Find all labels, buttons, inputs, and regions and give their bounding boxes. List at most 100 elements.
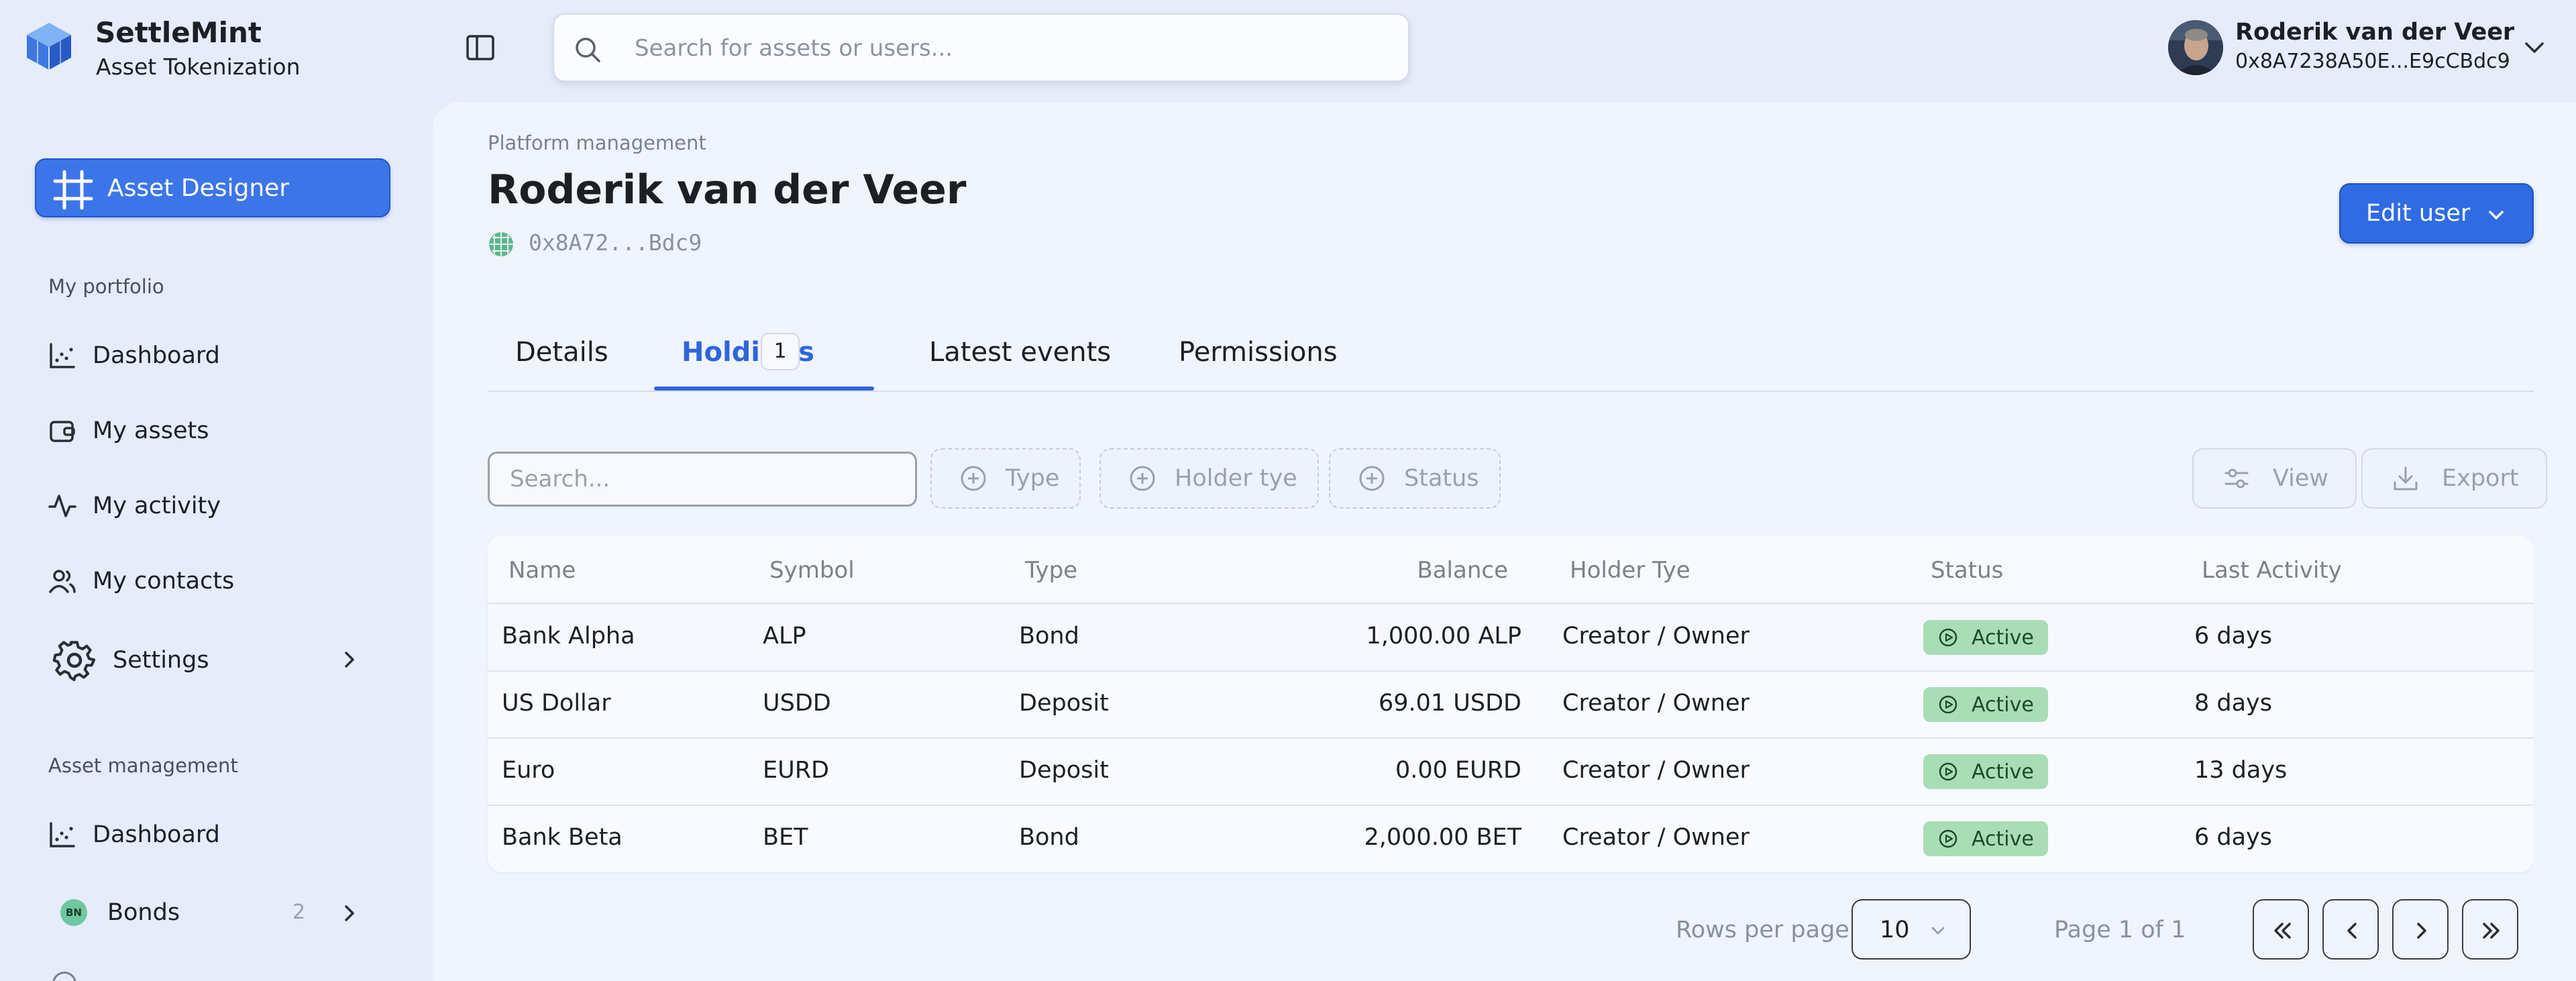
cell-balance: 0.00 EURD (1395, 757, 1521, 784)
sidebar-item-my-assets[interactable]: My assets (48, 404, 209, 458)
sidebar-item-asset-dashboard[interactable]: Dashboard (48, 808, 220, 862)
column-header-type[interactable]: Type (1025, 557, 1077, 584)
play-circle-icon (1938, 694, 1958, 715)
chevrons-right-icon (2483, 923, 2500, 939)
cell-symbol: ALP (763, 623, 806, 650)
status-badge: Active (1923, 620, 2048, 655)
tab-details[interactable]: Details (515, 337, 608, 368)
edit-user-button[interactable]: Edit user (2339, 183, 2534, 244)
page-info: Page 1 of 1 (2054, 917, 2186, 943)
section-asset-management: Asset management (48, 754, 238, 777)
sidebar-item-label: My contacts (93, 568, 235, 595)
status-label: Active (1972, 625, 2034, 650)
cell-type: Deposit (1019, 690, 1109, 717)
sidebar-item-label: Bonds (107, 899, 180, 926)
asset-designer-button[interactable]: Asset Designer (35, 158, 390, 217)
activity-icon (48, 492, 76, 520)
status-label: Active (1972, 827, 2034, 851)
search-input[interactable] (635, 31, 1373, 66)
column-header-balance[interactable]: Balance (1375, 557, 1508, 584)
chevron-down-icon[interactable] (2521, 36, 2548, 59)
cell-holder-type: Creator / Owner (1562, 757, 1750, 784)
status-badge: Active (1923, 687, 2048, 722)
section-my-portfolio: My portfolio (48, 275, 164, 298)
rows-per-page-select[interactable]: 10 (1851, 899, 1971, 960)
export-label: Export (2442, 465, 2519, 492)
sidebar-item-label: My activity (93, 493, 221, 519)
breadcrumb[interactable]: Platform management (488, 132, 706, 154)
tab-latest-events[interactable]: Latest events (929, 337, 1111, 368)
next-category-icon (52, 972, 76, 981)
cell-holder-type: Creator / Owner (1562, 824, 1750, 851)
chevron-down-icon (1928, 921, 1948, 941)
cell-type: Bond (1019, 623, 1079, 650)
bonds-count: 2 (292, 900, 306, 924)
column-header-last-activity[interactable]: Last Activity (2202, 557, 2342, 584)
cell-balance: 69.01 USDD (1378, 690, 1521, 717)
chevrons-left-icon (2274, 923, 2291, 939)
chevron-right-icon (2417, 923, 2426, 939)
column-header-holder-type[interactable]: Holder Tye (1570, 557, 1690, 584)
cell-name: Euro (502, 757, 555, 784)
asset-designer-label: Asset Designer (107, 174, 290, 202)
user-address: 0x8A7238A50E...E9cCBdc9 (2235, 50, 2510, 73)
avatar[interactable] (2168, 20, 2223, 75)
play-circle-icon (1938, 829, 1958, 849)
first-page-button[interactable] (2253, 899, 2309, 960)
chevron-left-icon (2347, 923, 2357, 939)
previous-page-button[interactable] (2322, 899, 2379, 960)
sidebar-item-settings[interactable]: Settings (52, 633, 209, 687)
column-header-status[interactable]: Status (1931, 557, 2003, 584)
column-header-name[interactable]: Name (508, 557, 576, 584)
chevron-right-icon[interactable] (339, 650, 360, 670)
cell-type: Bond (1019, 824, 1079, 851)
sidebar-item-bonds[interactable]: BN Bonds (60, 886, 180, 939)
cell-last-activity: 8 days (2194, 690, 2273, 717)
search-icon (573, 35, 602, 64)
global-search[interactable] (553, 13, 1409, 82)
chevron-right-icon[interactable] (339, 903, 360, 923)
cell-symbol: USDD (763, 690, 831, 717)
sidebar-item-my-contacts[interactable]: My contacts (48, 554, 234, 608)
plus-circle-icon (1358, 465, 1385, 492)
play-circle-icon (1938, 627, 1958, 648)
status-badge: Active (1923, 821, 2048, 856)
status-label: Active (1972, 760, 2034, 784)
brand-subtitle: Asset Tokenization (96, 54, 301, 80)
sidebar-item-label: Settings (113, 647, 209, 674)
filter-status-button[interactable]: Status (1329, 448, 1501, 509)
holdings-count-badge: 1 (761, 333, 800, 370)
holdings-search-input[interactable] (488, 452, 917, 507)
cell-symbol: EURD (763, 757, 830, 784)
column-header-symbol[interactable]: Symbol (769, 557, 855, 584)
edit-user-label: Edit user (2366, 200, 2471, 227)
sidebar-item-label: Dashboard (93, 342, 220, 369)
view-button[interactable]: View (2192, 448, 2357, 509)
gear-icon (52, 638, 97, 682)
globe-icon (488, 231, 515, 258)
frame-icon (52, 169, 94, 211)
next-page-button[interactable] (2392, 899, 2449, 960)
view-label: View (2273, 465, 2329, 492)
status-label: Active (1972, 692, 2034, 717)
sliders-icon (2223, 465, 2250, 492)
filter-holder-type-button[interactable]: Holder tye (1099, 448, 1319, 509)
sidebar-item-dashboard[interactable]: Dashboard (48, 329, 220, 382)
wallet-icon (48, 417, 76, 445)
chevron-down-icon (2485, 205, 2507, 226)
sidebar-toggle-icon[interactable] (464, 34, 498, 63)
user-address-short[interactable]: 0x8A72...Bdc9 (529, 229, 702, 256)
sidebar-item-label: My assets (93, 417, 209, 444)
filter-type-button[interactable]: Type (930, 448, 1081, 509)
last-page-button[interactable] (2462, 899, 2518, 960)
plus-circle-icon (960, 465, 987, 492)
cell-last-activity: 13 days (2194, 757, 2288, 784)
cell-name: Bank Beta (502, 824, 623, 851)
sidebar-item-my-activity[interactable]: My activity (48, 479, 221, 533)
export-button[interactable]: Export (2361, 448, 2547, 509)
cell-type: Deposit (1019, 757, 1109, 784)
cell-name: US Dollar (502, 690, 611, 717)
tab-permissions[interactable]: Permissions (1179, 337, 1338, 368)
chart-icon (48, 821, 76, 849)
user-name: Roderik van der Veer (2235, 19, 2515, 46)
